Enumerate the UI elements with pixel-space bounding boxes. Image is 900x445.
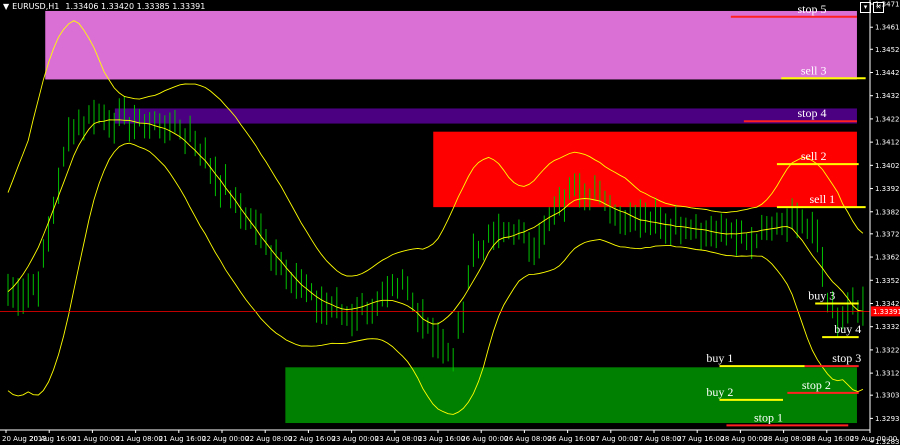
y-tick-label-1: 1.34615 [875, 24, 900, 32]
x-tick-label-18: 28 Aug 08:00 [764, 435, 811, 443]
x-tick-label-2: 21 Aug 00:00 [72, 435, 119, 443]
y-tick-label-7: 1.34020 [875, 162, 900, 170]
zone-rect-0 [45, 10, 857, 80]
y-tick-label-6: 1.34120 [875, 139, 900, 147]
y-tick-label-4: 1.34320 [875, 92, 900, 100]
header-symbol: EURUSD,H1 [12, 2, 60, 11]
y-tick-label-17: 1.33030 [875, 392, 900, 400]
y-tick-label-10: 1.33725 [875, 230, 900, 238]
x-tick-label-20: 29 Aug 00:00 [850, 435, 897, 443]
x-tick-label-14: 27 Aug 00:00 [591, 435, 638, 443]
x-tick-label-7: 22 Aug 16:00 [288, 435, 335, 443]
level-label-buy-4: buy 4 [834, 322, 861, 336]
y-tick-label-3: 1.34420 [875, 69, 900, 77]
y-tick-label-15: 1.33225 [875, 346, 900, 354]
chart-header: ▼ EURUSD,H1 1.33406 1.33420 1.33385 1.3339… [3, 2, 205, 11]
y-tick-label-14: 1.33325 [875, 323, 900, 331]
x-tick-label-13: 26 Aug 16:00 [548, 435, 595, 443]
x-tick-label-5: 22 Aug 00:00 [202, 435, 249, 443]
level-label-buy-3: buy 3 [808, 288, 835, 302]
level-label-sell-3: sell 3 [801, 63, 827, 77]
header-triangle-icon: ▼ [3, 2, 10, 11]
level-label-stop-3: stop 3 [832, 351, 861, 365]
x-tick-label-3: 21 Aug 08:00 [116, 435, 163, 443]
y-tick-label-12: 1.33525 [875, 277, 900, 285]
y-tick-label-8: 1.33920 [875, 185, 900, 193]
level-label-buy-1: buy 1 [706, 351, 733, 365]
level-label-stop-5: stop 5 [797, 2, 826, 16]
window-close-button[interactable]: ✕ [873, 2, 884, 13]
y-tick-label-5: 1.34220 [875, 115, 900, 123]
y-tick-label-9: 1.33820 [875, 208, 900, 216]
x-tick-label-10: 23 Aug 16:00 [418, 435, 465, 443]
level-label-sell-2: sell 2 [801, 149, 827, 163]
zone-rect-2 [433, 131, 857, 208]
x-tick-label-17: 28 Aug 00:00 [720, 435, 767, 443]
x-tick-label-15: 27 Aug 08:00 [634, 435, 681, 443]
level-label-sell-1: sell 1 [810, 192, 836, 206]
level-label-buy-2: buy 2 [706, 385, 733, 399]
level-label-stop-2: stop 2 [802, 378, 831, 392]
y-tick-label-11: 1.33625 [875, 254, 900, 262]
header-values: 1.33406 1.33420 1.33385 1.33391 [65, 2, 206, 11]
x-tick-label-16: 27 Aug 16:00 [677, 435, 724, 443]
x-tick-label-12: 26 Aug 08:00 [504, 435, 551, 443]
x-tick-label-1: 20 Aug 16:00 [29, 435, 76, 443]
x-tick-label-6: 22 Aug 08:00 [245, 435, 292, 443]
y-tick-label-2: 1.34520 [875, 46, 900, 54]
x-tick-label-9: 23 Aug 08:00 [375, 435, 422, 443]
x-tick-label-11: 26 Aug 00:00 [461, 435, 508, 443]
y-tick-label-16: 1.33125 [875, 370, 900, 378]
x-tick-label-8: 23 Aug 00:00 [332, 435, 379, 443]
level-label-stop-1: stop 1 [754, 410, 783, 424]
y-tick-label-18: 1.32930 [875, 415, 900, 423]
price-chart[interactable]: stop 5 sell 3 stop 4 sell 2 sell 1 buy 3 buy 4… [0, 0, 900, 445]
x-tick-label-19: 28 Aug 16:00 [807, 435, 854, 443]
x-tick-label-4: 21 Aug 16:00 [159, 435, 206, 443]
window-menu-button[interactable]: ▾ [860, 2, 871, 13]
current-price-label: 1.33391 [873, 308, 900, 316]
level-label-stop-4: stop 4 [797, 106, 826, 120]
